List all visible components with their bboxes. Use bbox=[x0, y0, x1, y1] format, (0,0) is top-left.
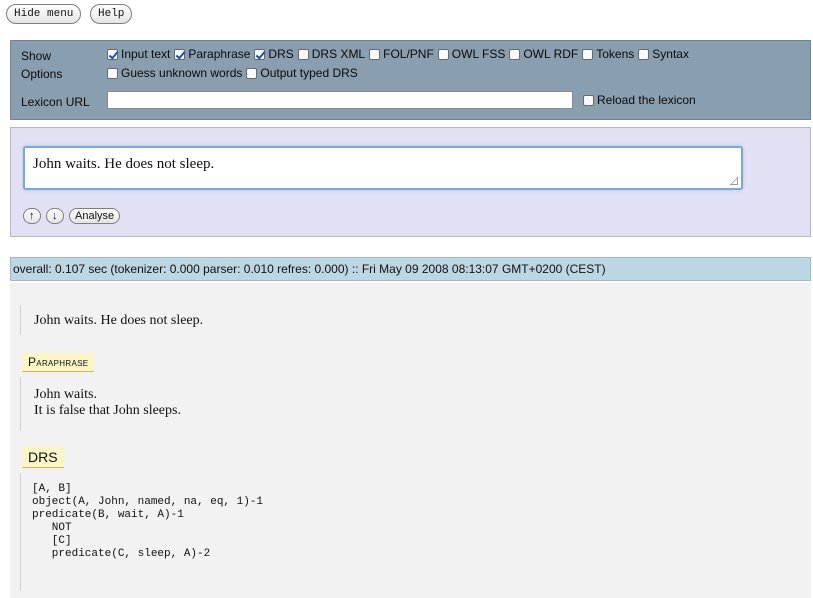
input-echo-text: John waits. He does not sleep. bbox=[34, 313, 204, 328]
drs-line: object(A, John, named, na, eq, 1)-1 bbox=[32, 496, 264, 508]
checkbox-box[interactable] bbox=[174, 48, 186, 60]
lexicon-url-label: Lexicon URL bbox=[21, 95, 90, 109]
checkbox-box[interactable] bbox=[254, 48, 266, 60]
checkbox-label: DRS XML bbox=[311, 47, 366, 61]
paraphrase-bar bbox=[20, 377, 21, 431]
show-fol-pnf-checkbox[interactable]: FOL/PNF bbox=[369, 47, 434, 61]
checkbox-box[interactable] bbox=[246, 67, 258, 79]
show-drs-checkbox[interactable]: DRS bbox=[254, 47, 294, 61]
checkbox-box[interactable] bbox=[107, 48, 118, 60]
show-drs-xml-checkbox[interactable]: DRS XML bbox=[297, 47, 366, 61]
checkbox-box[interactable] bbox=[369, 48, 381, 60]
hide-menu-button[interactable]: Hide menu bbox=[6, 4, 82, 24]
show-owl-fss-checkbox[interactable]: OWL FSS bbox=[437, 47, 506, 61]
checkbox-box[interactable] bbox=[509, 48, 521, 60]
checkbox-label: DRS bbox=[268, 47, 294, 61]
drs-line: predicate(C, sleep, A)-2 bbox=[32, 548, 211, 560]
drs-output: [A, B] object(A, John, named, na, eq, 1)… bbox=[32, 483, 263, 561]
input-textarea-text: John waits. He does not sleep. bbox=[33, 156, 215, 172]
option-guess-unknown-words-checkbox[interactable]: Guess unknown words bbox=[107, 66, 242, 80]
status-bar: overall: 0.107 sec (tokenizer: 0.000 par… bbox=[10, 257, 811, 281]
reload-lexicon-label: Reload the lexicon bbox=[597, 93, 696, 107]
drs-line: [A, B] bbox=[32, 483, 72, 495]
checkbox-label: OWL FSS bbox=[451, 47, 506, 61]
input-echo-bar bbox=[20, 305, 21, 335]
paraphrase-line-2: It is false that John sleeps. bbox=[34, 403, 181, 418]
input-panel: John waits. He does not sleep. ↑ ↓ Analy… bbox=[10, 127, 811, 237]
checkbox-label: Tokens bbox=[596, 47, 635, 61]
reload-lexicon-checkbox[interactable]: Reload the lexicon bbox=[583, 93, 696, 107]
checkbox-box[interactable] bbox=[582, 48, 594, 60]
drs-line: NOT bbox=[32, 522, 72, 534]
checkbox-box[interactable] bbox=[437, 48, 449, 60]
output-panel: John waits. He does not sleep. Paraphras… bbox=[10, 283, 811, 598]
show-owl-rdf-checkbox[interactable]: OWL RDF bbox=[509, 47, 578, 61]
arrow-down-button[interactable]: ↓ bbox=[46, 208, 64, 224]
checkbox-label: Input text bbox=[121, 47, 171, 61]
lexicon-url-input[interactable] bbox=[107, 91, 573, 109]
show-tokens-checkbox[interactable]: Tokens bbox=[582, 47, 634, 61]
input-textarea[interactable]: John waits. He does not sleep. bbox=[23, 146, 743, 190]
paraphrase-line-1: John waits. bbox=[34, 387, 97, 402]
show-label: Show bbox=[21, 49, 52, 63]
checkbox-box[interactable] bbox=[297, 48, 309, 60]
checkbox-box[interactable] bbox=[638, 48, 650, 60]
paraphrase-label: Paraphrase bbox=[22, 353, 95, 372]
show-checkbox-row: Input text Paraphrase DRS DRS XML FOL/PNF OWL… bbox=[107, 47, 693, 61]
reload-lexicon-box[interactable] bbox=[583, 94, 594, 106]
checkbox-box[interactable] bbox=[107, 67, 118, 79]
option-checkbox-row: Guess unknown words Output typed DRS bbox=[107, 66, 362, 80]
resize-grip-icon[interactable] bbox=[730, 177, 738, 185]
drs-label: DRS bbox=[22, 447, 64, 468]
show-paraphrase-checkbox[interactable]: Paraphrase bbox=[174, 47, 250, 61]
show-syntax-checkbox[interactable]: Syntax bbox=[638, 47, 689, 61]
drs-line: predicate(B, wait, A)-1 bbox=[32, 509, 184, 521]
options-label: Options bbox=[21, 67, 63, 81]
checkbox-label: Guess unknown words bbox=[121, 66, 243, 80]
arrow-up-button[interactable]: ↑ bbox=[23, 208, 41, 224]
drs-line: [C] bbox=[32, 535, 72, 547]
show-input-text-checkbox[interactable]: Input text bbox=[107, 47, 170, 61]
checkbox-label: OWL RDF bbox=[523, 47, 579, 61]
analyse-button[interactable]: Analyse bbox=[69, 208, 121, 224]
drs-bar bbox=[20, 473, 21, 591]
help-button[interactable]: Help bbox=[90, 4, 133, 24]
checkbox-label: FOL/PNF bbox=[383, 47, 434, 61]
options-panel: Show Options Input text Paraphrase DRS DRS … bbox=[10, 40, 811, 120]
checkbox-label: Syntax bbox=[652, 47, 689, 61]
checkbox-label: Output typed DRS bbox=[260, 66, 358, 80]
checkbox-label: Paraphrase bbox=[188, 47, 251, 61]
option-output-typed-drs-checkbox[interactable]: Output typed DRS bbox=[246, 66, 358, 80]
